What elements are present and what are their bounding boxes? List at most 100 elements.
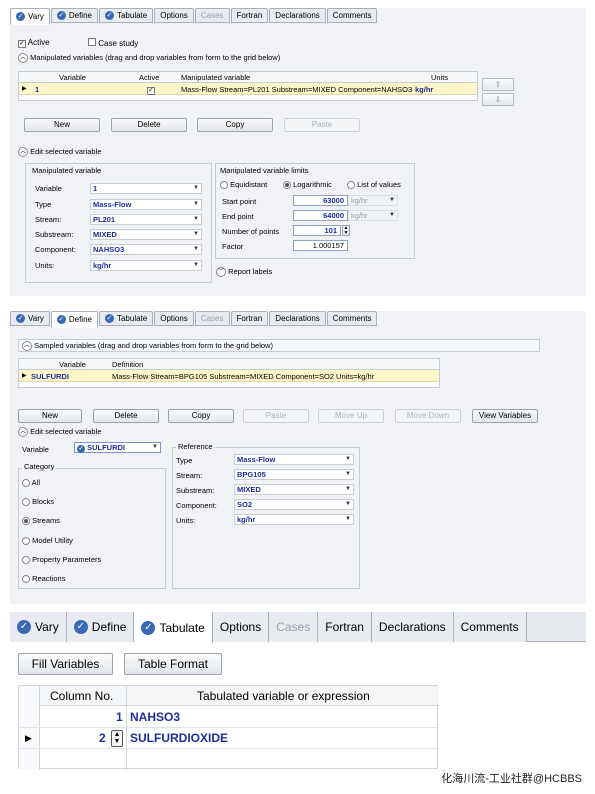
npoints-spinner[interactable]: ▲ ▼ — [342, 225, 350, 236]
chevron-down-icon: ▼ — [193, 216, 199, 222]
row-expression: SULFURDIOXIDE — [130, 731, 229, 745]
sampled-section-header[interactable]: ︿ Sampled variables (drag and drop varia… — [18, 339, 540, 352]
end-point-input[interactable]: 64000 — [293, 210, 348, 221]
category-property-parameters[interactable]: Property Parameters — [22, 555, 101, 565]
category-model-utility[interactable]: Model Utility — [22, 536, 73, 546]
start-point-input[interactable]: 63000 — [293, 195, 348, 206]
tab-fortran[interactable]: Fortran — [318, 612, 372, 642]
stream-value: PL201 — [93, 215, 116, 224]
ref-substream-select[interactable]: MIXED ▼ — [234, 484, 354, 495]
copy-button[interactable]: Copy — [197, 118, 273, 132]
tab-options[interactable]: Options — [212, 612, 270, 642]
new-button[interactable]: New — [24, 118, 100, 132]
radio-on — [22, 517, 30, 526]
radio-equidistant[interactable]: Equidistant — [220, 180, 267, 190]
chevron-down-icon: ▼ — [193, 185, 199, 191]
type-select[interactable]: Mass-Flow ▼ — [90, 199, 202, 210]
tab-cases[interactable]: Cases — [269, 612, 319, 642]
tab-declarations[interactable]: Declarations — [269, 311, 326, 326]
view-variables-button[interactable]: View Variables — [472, 409, 538, 423]
table-row[interactable]: ▶ 2 ▲ ▼ SULFURDIOXIDE — [19, 728, 439, 749]
case-study-checkbox[interactable]: Case study — [88, 38, 138, 48]
tab-tabulate[interactable]: ✓ Tabulate — [98, 8, 154, 23]
component-select[interactable]: NAHSO3 ▼ — [90, 244, 202, 255]
ref-label-substream: Substream: — [176, 486, 215, 495]
move-down-button[interactable]: ⇩ — [482, 93, 514, 106]
tab-comments[interactable]: Comments — [326, 8, 378, 23]
paste-button[interactable]: Paste — [243, 409, 309, 423]
stream-select[interactable]: PL201 ▼ — [90, 214, 202, 225]
tab-tabulate[interactable]: ✓ Tabulate — [98, 311, 154, 326]
watermark: 化海川流-工业社群@HCBBS — [441, 773, 582, 784]
npoints-input[interactable]: 101 — [293, 225, 341, 236]
row-definition: Mass-Flow Stream=BPG105 Substream=MIXED … — [112, 372, 375, 381]
active-checkbox[interactable]: ✓ Active — [18, 38, 50, 48]
tab-cases[interactable]: Cases — [194, 311, 230, 326]
ref-type-select[interactable]: Mass-Flow ▼ — [234, 454, 354, 465]
row-col-no: 1 — [116, 710, 123, 724]
category-streams[interactable]: Streams — [22, 516, 60, 526]
sampled-grid[interactable]: Variable Definition ▶ SULFURDI Mass-Flow… — [18, 358, 440, 388]
manip-section-header[interactable]: ︿ Manipulated variables (drag and drop v… — [18, 53, 280, 64]
chevron-down-icon: ▼ — [345, 486, 351, 492]
tab-define[interactable]: ✓ Define — [50, 311, 98, 328]
category-all[interactable]: All — [22, 478, 40, 488]
report-labels-toggle[interactable]: ﹀ Report labels — [216, 267, 272, 278]
tab-vary[interactable]: ✓ Vary — [10, 8, 50, 25]
tab-fortran[interactable]: Fortran — [230, 8, 269, 23]
define-panel: ✓ Vary ✓ Define ✓ Tabulate Options Cases Fo… — [10, 311, 586, 604]
col-expression: Tabulated variable or expression — [197, 689, 370, 703]
units-select[interactable]: kg/hr ▼ — [90, 260, 202, 271]
tab-options[interactable]: Options — [154, 8, 194, 23]
table-row[interactable]: 1 NAHSO3 — [19, 707, 439, 728]
field-label-stream: Stream: — [35, 215, 62, 224]
manip-grid[interactable]: Variable Active Manipulated variable Uni… — [18, 71, 478, 101]
radio-list-of-values[interactable]: List of values — [347, 180, 401, 190]
ref-component-select[interactable]: SO2 ▼ — [234, 499, 354, 510]
move-up-button[interactable]: ⇧ — [482, 78, 514, 91]
ref-units-select[interactable]: kg/hr ▼ — [234, 514, 354, 525]
tabulate-grid[interactable]: Column No. Tabulated variable or express… — [18, 685, 439, 770]
start-unit-select[interactable]: kg/hr ▼ — [348, 195, 398, 206]
tab-define[interactable]: ✓ Define — [66, 612, 135, 642]
category-reactions[interactable]: Reactions — [22, 574, 65, 584]
tab-cases[interactable]: Cases — [194, 8, 230, 23]
grid-header: Variable Definition — [19, 359, 439, 370]
tab-declarations[interactable]: Declarations — [371, 612, 454, 642]
arrow-down-icon: ⇩ — [494, 95, 502, 104]
paste-button[interactable]: Paste — [284, 118, 360, 132]
tab-vary[interactable]: ✓ Vary — [10, 612, 67, 642]
row-spinner[interactable]: ▲ ▼ — [111, 730, 123, 747]
tab-comments[interactable]: Comments — [453, 612, 527, 642]
radio-logarithmic[interactable]: Logarithmic — [283, 180, 332, 190]
tab-vary[interactable]: ✓ Vary — [10, 311, 50, 326]
variable-select[interactable]: ✓ SULFURDI ▼ — [74, 442, 161, 453]
delete-button[interactable]: Delete — [111, 118, 187, 132]
tab-options[interactable]: Options — [154, 311, 194, 326]
tabulate-panel: ✓ Vary ✓ Define ✓ Tabulate Options Cases Fo… — [10, 612, 586, 784]
variable-select[interactable]: 1 ▼ — [90, 183, 202, 194]
table-format-button[interactable]: Table Format — [124, 653, 222, 675]
tab-tabulate[interactable]: ✓ Tabulate — [134, 612, 213, 643]
edit-section-header[interactable]: ︿ Edit selected variable — [18, 427, 101, 438]
move-up-button[interactable]: Move Up — [318, 409, 384, 423]
copy-button[interactable]: Copy — [168, 409, 234, 423]
ref-stream-select[interactable]: BPG105 ▼ — [234, 469, 354, 480]
tab-fortran[interactable]: Fortran — [230, 311, 269, 326]
delete-button[interactable]: Delete — [93, 409, 159, 423]
check-icon: ✓ — [104, 11, 114, 20]
edit-section-header[interactable]: ︿ Edit selected variable — [18, 147, 101, 158]
tab-define[interactable]: ✓ Define — [50, 8, 98, 23]
fill-variables-button[interactable]: Fill Variables — [18, 653, 113, 675]
ref-label-component: Component: — [176, 501, 217, 510]
move-down-button[interactable]: Move Down — [395, 409, 461, 423]
tab-comments[interactable]: Comments — [326, 311, 378, 326]
table-row[interactable]: ▶ 1 ✓ Mass-Flow Stream=PL201 Substream=M… — [19, 83, 477, 95]
collapse-icon: ︿ — [18, 147, 28, 158]
tab-declarations[interactable]: Declarations — [269, 8, 326, 23]
category-blocks[interactable]: Blocks — [22, 497, 54, 507]
table-row[interactable]: ▶ SULFURDI Mass-Flow Stream=BPG105 Subst… — [19, 370, 439, 382]
new-button[interactable]: New — [18, 409, 82, 423]
end-unit-select[interactable]: kg/hr ▼ — [348, 210, 398, 221]
substream-select[interactable]: MIXED ▼ — [90, 229, 202, 240]
